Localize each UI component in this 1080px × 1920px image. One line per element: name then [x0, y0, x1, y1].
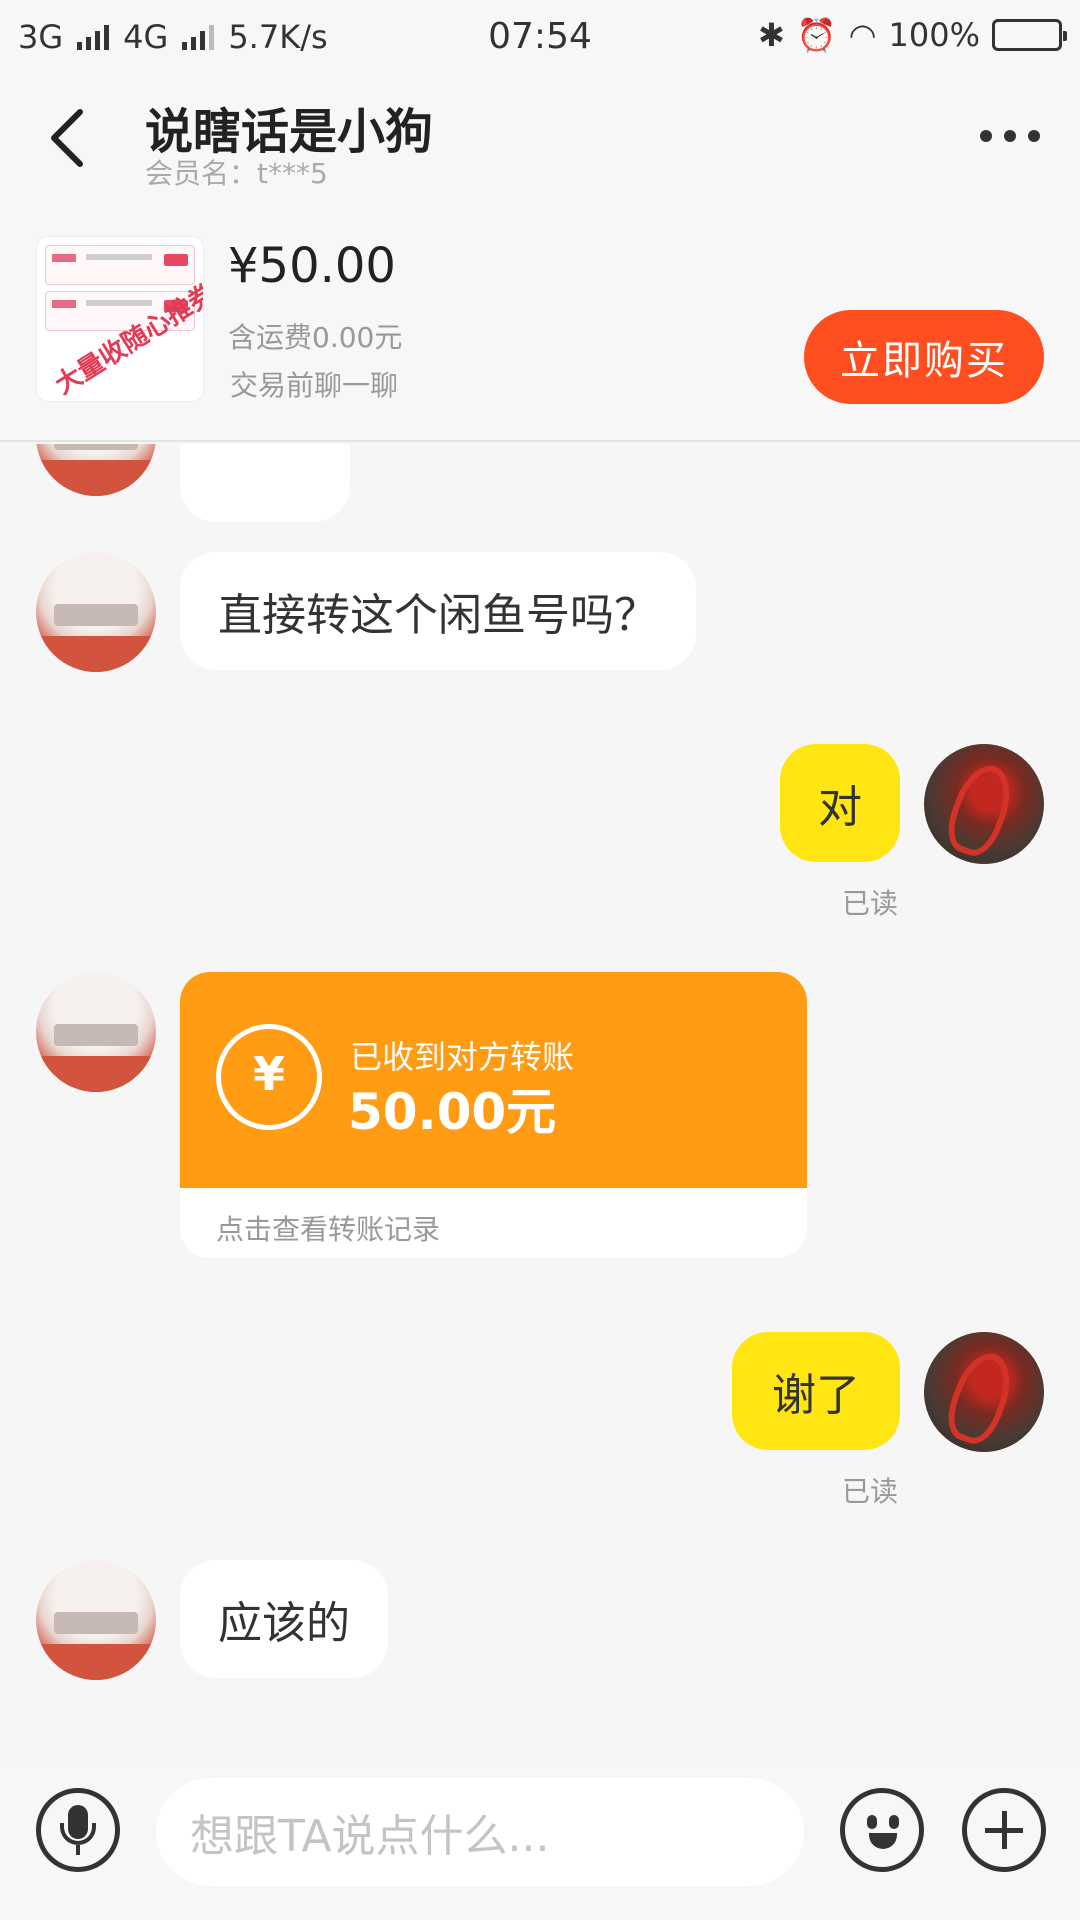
status-right: ✱ ⏰ ◠ 100%	[757, 16, 1067, 54]
message-bubble-self[interactable]: 对	[780, 744, 900, 862]
battery-icon	[992, 19, 1067, 51]
input-bar: 想跟TA说点什么...	[0, 1764, 1080, 1920]
message-input[interactable]: 想跟TA说点什么...	[156, 1778, 804, 1886]
alarm-icon: ⏰	[796, 16, 837, 54]
microphone-icon[interactable]	[36, 1788, 120, 1872]
bluetooth-icon: ✱	[757, 16, 785, 54]
read-status: 已读	[842, 887, 899, 920]
chat-header: 说瞎话是小狗 会员名：t***5	[0, 76, 1080, 194]
message-bubble-self[interactable]: 谢了	[732, 1332, 900, 1450]
avatar[interactable]	[36, 972, 156, 1092]
transfer-coin-icon: ¥	[216, 1024, 322, 1130]
buy-now-button[interactable]: 立即购买	[804, 310, 1044, 404]
avatar[interactable]	[36, 444, 156, 496]
message-bubble[interactable]: 直接转这个闲鱼号吗？	[180, 552, 696, 670]
shipping-fee: 含运费0.00元	[228, 321, 403, 354]
product-thumbnail[interactable]: 大量收随心推券	[36, 236, 204, 402]
wifi-icon: ◠	[848, 16, 877, 54]
product-price: ¥50.00	[228, 238, 396, 294]
avatar-self[interactable]	[924, 1332, 1044, 1452]
read-status: 已读	[842, 1475, 899, 1508]
chat-before-trade: 交易前聊一聊	[230, 369, 399, 402]
emoji-icon[interactable]	[840, 1788, 924, 1872]
product-card[interactable]: 大量收随心推券 ¥50.00 含运费0.00元 交易前聊一聊 立即购买	[0, 194, 1080, 442]
transfer-amount: 50.00元	[348, 1083, 557, 1141]
message-list[interactable]: 直接转这个闲鱼号吗？ 对 已读 ¥ 已收到对方转账 50.00元 点击查看转账记…	[0, 444, 1080, 1764]
avatar-self[interactable]	[924, 744, 1044, 864]
more-icon[interactable]	[980, 130, 1040, 142]
transfer-card[interactable]: ¥ 已收到对方转账 50.00元 点击查看转账记录	[180, 972, 807, 1258]
member-name: 会员名：t***5	[145, 157, 328, 190]
transfer-record-link[interactable]: 点击查看转账记录	[216, 1208, 440, 1248]
plus-icon[interactable]	[962, 1788, 1046, 1872]
avatar[interactable]	[36, 552, 156, 672]
message-bubble[interactable]: 应该的	[180, 1560, 388, 1678]
avatar[interactable]	[36, 1560, 156, 1680]
battery-percent: 100%	[888, 16, 980, 54]
status-bar: 3G 4G 5.7K/s 07:54 ✱ ⏰ ◠ 100%	[0, 0, 1080, 76]
back-arrow-icon[interactable]	[40, 106, 96, 170]
message-bubble[interactable]	[180, 444, 350, 522]
